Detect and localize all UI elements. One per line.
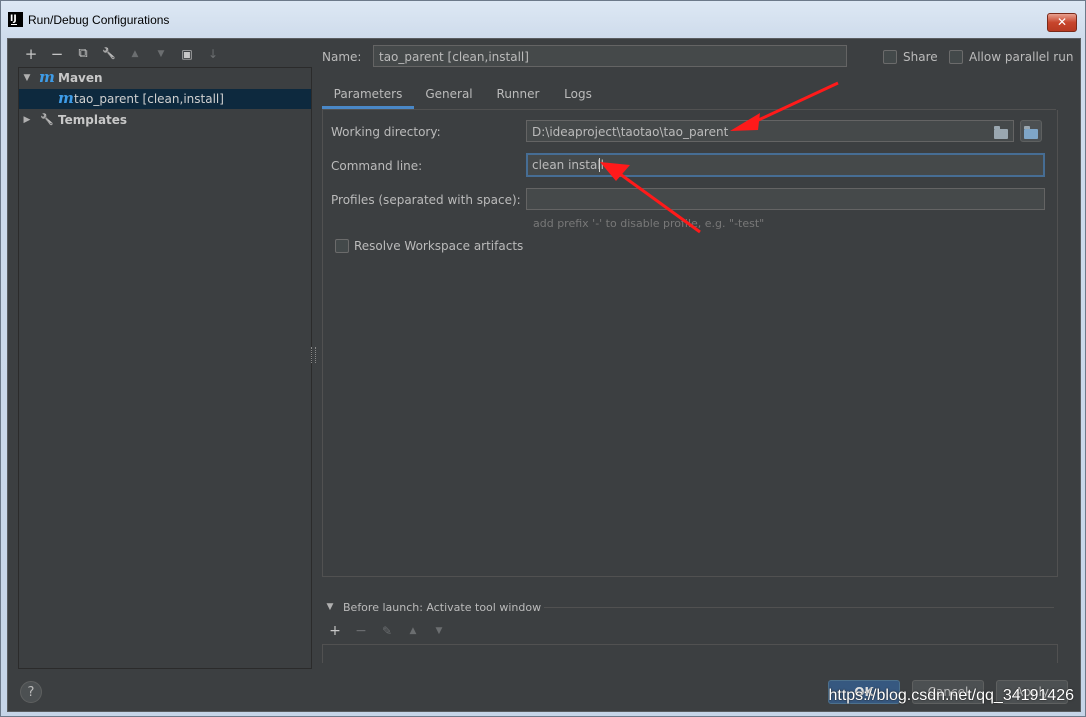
watermark-url: https://blog.csdn.net/qq_34191426 [828, 687, 1074, 704]
maven-icon: m [58, 89, 74, 107]
tab-bar: Parameters General Runner Logs [322, 81, 1056, 110]
before-launch-expand-icon[interactable]: ▼ [324, 601, 336, 613]
before-launch-list[interactable] [322, 644, 1058, 663]
tab-runner[interactable]: Runner [490, 81, 546, 109]
move-down-button[interactable]: ▼ [152, 45, 170, 63]
remove-configuration-button[interactable]: − [48, 45, 66, 63]
resolve-workspace-artifacts-label: Resolve Workspace artifacts [354, 239, 524, 253]
before-launch-move-down-button[interactable]: ▼ [431, 623, 447, 639]
working-directory-label: Working directory: [331, 125, 441, 139]
tree-item-maven[interactable]: ▼ m Maven [19, 68, 311, 88]
allow-parallel-run-label: Allow parallel run [969, 50, 1074, 64]
profiles-hint: add prefix '-' to disable profile, e.g. … [533, 217, 765, 230]
dialog-content: + − ⧉ 🔧 ▲ ▼ ▣ ↓ ▼ m Maven m tao_parent [… [7, 38, 1081, 712]
share-label: Share [903, 50, 938, 64]
tree-item-templates[interactable]: ▶ 🔧 Templates [19, 110, 311, 130]
copy-configuration-button[interactable]: ⧉ [74, 45, 92, 63]
sort-configurations-button[interactable]: ↓ [204, 45, 222, 63]
tree-item-tao-parent[interactable]: m tao_parent [clean,install] [19, 89, 311, 109]
name-input[interactable]: tao_parent [clean,install] [373, 45, 847, 67]
before-launch-add-button[interactable]: + [327, 623, 343, 639]
working-directory-input[interactable]: D:\ideaproject\taotao\tao_parent [526, 120, 1014, 142]
tab-parameters[interactable]: Parameters [322, 81, 414, 109]
parameters-panel: Working directory: D:\ideaproject\taotao… [322, 110, 1058, 577]
panel-splitter-handle[interactable] [311, 347, 316, 363]
title-bar[interactable]: IJ Run/Debug Configurations ✕ [1, 1, 1085, 37]
folder-browse-icon[interactable] [994, 126, 1008, 139]
maven-icon: m [39, 68, 55, 86]
command-line-input[interactable]: clean install [526, 153, 1045, 177]
tab-general[interactable]: General [418, 81, 480, 109]
before-launch-remove-button[interactable]: − [353, 623, 369, 639]
new-folder-button[interactable]: ▣ [178, 45, 196, 63]
name-label: Name: [322, 50, 362, 64]
tree-item-label: Maven [58, 71, 103, 85]
intellij-app-icon: IJ [8, 12, 23, 27]
move-up-button[interactable]: ▲ [126, 45, 144, 63]
before-launch-separator [544, 607, 1054, 608]
allow-parallel-run-checkbox[interactable] [949, 50, 963, 64]
text-caret [599, 158, 600, 172]
share-checkbox[interactable] [883, 50, 897, 64]
module-folder-icon [1024, 126, 1038, 139]
expanded-arrow-icon[interactable]: ▼ [21, 68, 33, 88]
resolve-workspace-artifacts-checkbox[interactable] [335, 239, 349, 253]
before-launch-edit-pencil-icon[interactable]: ✎ [379, 623, 395, 639]
tree-item-label: Templates [58, 113, 128, 127]
collapsed-arrow-icon[interactable]: ▶ [21, 110, 33, 130]
module-directory-button[interactable] [1020, 120, 1042, 142]
close-button[interactable]: ✕ [1047, 13, 1077, 32]
profiles-label: Profiles (separated with space): [331, 193, 521, 207]
help-button[interactable]: ? [20, 681, 42, 703]
tree-item-label: tao_parent [clean,install] [74, 92, 224, 106]
edit-defaults-wrench-icon[interactable]: 🔧 [100, 45, 118, 63]
dialog-window: IJ Run/Debug Configurations ✕ + − ⧉ 🔧 ▲ … [0, 0, 1086, 717]
tab-logs[interactable]: Logs [556, 81, 600, 109]
wrench-icon: 🔧 [40, 113, 54, 126]
window-title: Run/Debug Configurations [28, 13, 170, 27]
before-launch-title: Before launch: Activate tool window [343, 601, 542, 614]
profiles-input[interactable] [526, 188, 1045, 210]
before-launch-move-up-button[interactable]: ▲ [405, 623, 421, 639]
configurations-tree[interactable]: ▼ m Maven m tao_parent [clean,install] ▶… [18, 67, 312, 669]
add-configuration-button[interactable]: + [22, 45, 40, 63]
command-line-label: Command line: [331, 159, 423, 173]
